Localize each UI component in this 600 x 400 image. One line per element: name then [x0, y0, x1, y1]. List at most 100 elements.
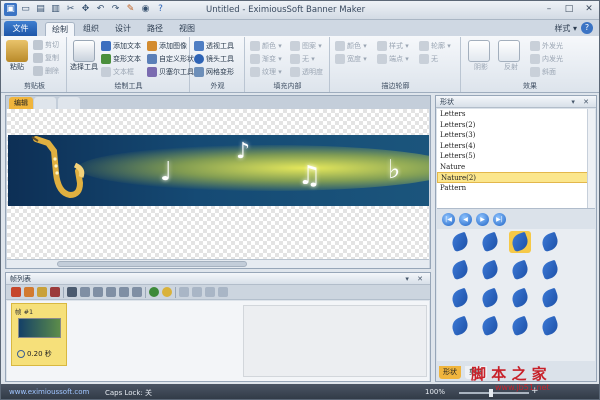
maximize-button[interactable]: □	[560, 3, 578, 16]
delete-frame-icon[interactable]	[50, 287, 60, 297]
outline-width-dropdown[interactable]: 宽度 ▾	[335, 54, 367, 64]
shape-thumb[interactable]	[539, 231, 561, 253]
music-note-1[interactable]: ♩	[160, 159, 172, 185]
bevel-button[interactable]: 斜面	[530, 67, 556, 77]
add-text-button[interactable]: 添加文本	[101, 41, 141, 51]
fill-gradient-dropdown[interactable]: 渐变 ▾	[250, 54, 282, 64]
shape-thumb[interactable]	[449, 231, 471, 253]
outline-cap-dropdown[interactable]: 端点 ▾	[377, 54, 409, 64]
tab-preview[interactable]	[34, 97, 56, 109]
shape-thumb[interactable]	[539, 287, 561, 309]
list-item[interactable]: Letters(4)	[437, 141, 595, 152]
tab-edit[interactable]: 编辑	[9, 97, 33, 109]
tab-code[interactable]	[58, 97, 80, 109]
cut-button[interactable]: 剪切	[33, 40, 59, 50]
shadow-button[interactable]: 阴影	[468, 40, 494, 72]
add-image-button[interactable]: 添加图像	[147, 41, 187, 51]
fill-none-dropdown[interactable]: 无 ▾	[290, 54, 315, 64]
fill-color-dropdown[interactable]: 颜色 ▾	[250, 41, 282, 51]
shape-thumb-selected[interactable]	[509, 231, 531, 253]
frame-thumbnail[interactable]: 帧 #1 0.20 秒	[11, 303, 67, 366]
minimize-button[interactable]: –	[540, 3, 558, 16]
fill-pattern-dropdown[interactable]: 图案 ▾	[290, 41, 322, 51]
outline-color-dropdown[interactable]: 颜色 ▾	[335, 41, 367, 51]
list-item-selected[interactable]: Nature(2)	[437, 172, 595, 183]
outline-style-dropdown[interactable]: 样式 ▾	[377, 41, 409, 51]
reflection-button[interactable]: 反射	[498, 40, 524, 72]
paste-button[interactable]: 粘贴	[5, 40, 29, 72]
shape-thumb[interactable]	[449, 315, 471, 337]
help-icon[interactable]: ?	[581, 22, 593, 34]
shape-thumb[interactable]	[479, 259, 501, 281]
canvas-horizontal-scrollbar[interactable]	[7, 259, 429, 268]
inner-glow-button[interactable]: 内发光	[530, 54, 563, 64]
saxophone-image[interactable]	[26, 135, 86, 206]
list-item[interactable]: Letters(5)	[437, 151, 595, 162]
undo-icon[interactable]: ↶	[94, 3, 107, 16]
canvas-scroll-thumb[interactable]	[57, 261, 247, 267]
banner-canvas[interactable]: ♩ ♪ ♫ ♭	[8, 135, 429, 206]
tab-shapes[interactable]: 形状	[439, 366, 461, 379]
list-item[interactable]: Letters	[437, 109, 595, 120]
fill-texture-dropdown[interactable]: 纹理 ▾	[250, 67, 282, 77]
shape-list-scrollbar[interactable]	[587, 109, 595, 208]
style-menu[interactable]: 样式 ▾	[554, 23, 577, 34]
lens-tool-button[interactable]: 镜头工具	[194, 54, 234, 64]
shape-thumb[interactable]	[509, 259, 531, 281]
open-folder-icon[interactable]: ▤	[34, 3, 47, 16]
app-logo-icon[interactable]: ▣	[4, 3, 17, 16]
shape-thumb[interactable]	[449, 259, 471, 281]
music-note-3[interactable]: ♫	[298, 163, 321, 189]
first-frame-icon[interactable]	[179, 287, 189, 297]
select-tool-button[interactable]: 选择工具	[70, 40, 98, 72]
frame-move-down-icon[interactable]	[119, 287, 129, 297]
shape-panel-header-buttons[interactable]: ▾ ✕	[571, 96, 592, 108]
shape-category-list[interactable]: Letters Letters(2) Letters(3) Letters(4)…	[437, 109, 595, 209]
delete-button[interactable]: 删除	[33, 66, 59, 76]
bezier-tool-button[interactable]: 贝塞尔工具	[147, 67, 194, 77]
frame-move-up-icon[interactable]	[106, 287, 116, 297]
next-page-icon[interactable]: ▶	[476, 213, 489, 226]
frame-paste-icon[interactable]	[93, 287, 103, 297]
shape-thumb[interactable]	[509, 287, 531, 309]
outline-none-button[interactable]: 无	[419, 54, 438, 64]
pen-icon[interactable]: ✎	[124, 3, 137, 16]
crop-icon[interactable]: ✂	[64, 3, 77, 16]
last-frame-icon[interactable]	[218, 287, 228, 297]
outer-glow-button[interactable]: 外发光	[530, 41, 563, 51]
path-text-button[interactable]: 变形文本	[101, 54, 141, 64]
frame-settings-icon[interactable]	[132, 287, 142, 297]
last-page-icon[interactable]: ▶|	[493, 213, 506, 226]
timer-icon[interactable]	[162, 287, 172, 297]
website-link[interactable]: www.eximioussoft.com	[9, 388, 89, 396]
music-note-2[interactable]: ♪	[236, 139, 250, 165]
frame-duration[interactable]: 0.20 秒	[17, 349, 52, 359]
prev-page-icon[interactable]: ◀	[459, 213, 472, 226]
tab-draw[interactable]: 绘制	[45, 22, 75, 36]
copy-button[interactable]: 复制	[33, 53, 59, 63]
music-note-4[interactable]: ♭	[388, 157, 400, 183]
close-button[interactable]: ✕	[580, 3, 598, 16]
shape-thumb[interactable]	[479, 315, 501, 337]
tab-organize[interactable]: 组织	[77, 22, 105, 36]
new-file-icon[interactable]: ▭	[19, 3, 32, 16]
custom-shape-button[interactable]: 自定义形状	[147, 54, 194, 64]
transparency-tool-button[interactable]: 透视工具	[194, 41, 234, 51]
list-item[interactable]: Letters(2)	[437, 120, 595, 131]
frame-properties-icon[interactable]	[67, 287, 77, 297]
tab-path[interactable]: 路径	[141, 22, 169, 36]
duplicate-frame-icon[interactable]	[37, 287, 47, 297]
first-page-icon[interactable]: |◀	[442, 213, 455, 226]
tab-view[interactable]: 视图	[173, 22, 201, 36]
move-icon[interactable]: ✥	[79, 3, 92, 16]
preview-icon[interactable]: ◉	[139, 3, 152, 16]
help-quick-icon[interactable]: ?	[154, 3, 167, 16]
redo-icon[interactable]: ↷	[109, 3, 122, 16]
shape-thumb[interactable]	[539, 315, 561, 337]
text-box-button[interactable]: 文本框	[101, 67, 134, 77]
save-icon[interactable]: ▥	[49, 3, 62, 16]
outline-contour-dropdown[interactable]: 轮廓 ▾	[419, 41, 451, 51]
play-animation-icon[interactable]	[149, 287, 159, 297]
next-frame-icon[interactable]	[205, 287, 215, 297]
fill-opacity-button[interactable]: 透明度	[290, 67, 323, 77]
